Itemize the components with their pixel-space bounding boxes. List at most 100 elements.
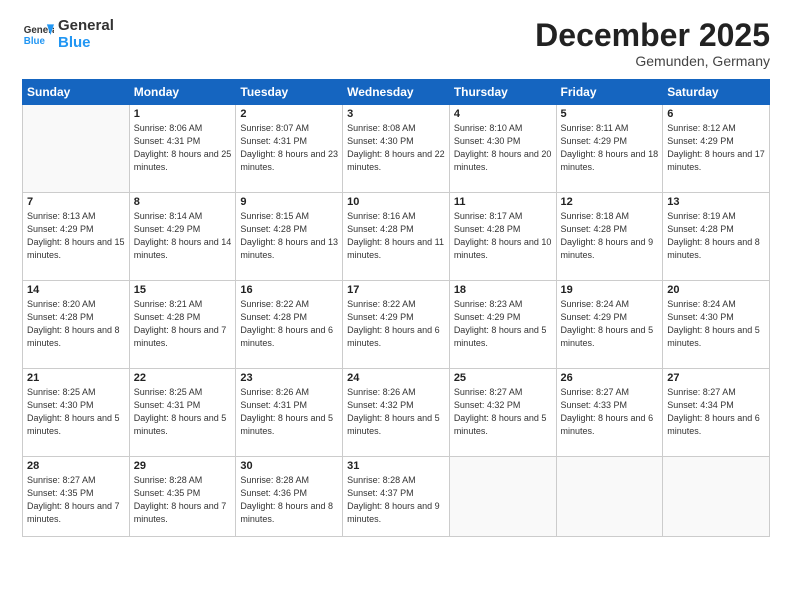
day-number: 18	[454, 284, 552, 296]
calendar-cell	[23, 105, 130, 193]
calendar-cell: 29Sunrise: 8:28 AMSunset: 4:35 PMDayligh…	[129, 457, 236, 537]
logo-text: General Blue	[58, 18, 114, 51]
calendar-week-row: 7 Sunrise: 8:13 AMSunset: 4:29 PMDaylight…	[23, 193, 770, 281]
day-info: Sunrise: 8:26 AMSunset: 4:31 PMDaylight:…	[240, 386, 338, 438]
month-title: December 2025	[535, 18, 770, 53]
day-number: 19	[561, 284, 659, 296]
logo-icon: General Blue	[22, 19, 54, 51]
day-number: 2	[240, 108, 338, 120]
day-number: 29	[134, 460, 232, 472]
day-info: Sunrise: 8:27 AMSunset: 4:34 PMDaylight:…	[667, 386, 765, 438]
calendar-cell: 16Sunrise: 8:22 AMSunset: 4:28 PMDayligh…	[236, 281, 343, 369]
calendar-day-header: Thursday	[449, 80, 556, 105]
day-info: Sunrise: 8:19 AMSunset: 4:28 PMDaylight:…	[667, 210, 765, 262]
day-number: 26	[561, 372, 659, 384]
day-number: 3	[347, 108, 445, 120]
day-info: Sunrise: 8:21 AMSunset: 4:28 PMDaylight:…	[134, 298, 232, 350]
calendar-cell: 21 Sunrise: 8:25 AMSunset: 4:30 PMDayligh…	[23, 369, 130, 457]
day-number: 23	[240, 372, 338, 384]
title-block: December 2025 Gemunden, Germany	[535, 18, 770, 69]
calendar-day-header: Tuesday	[236, 80, 343, 105]
day-number: 5	[561, 108, 659, 120]
calendar-cell: 10Sunrise: 8:16 AMSunset: 4:28 PMDayligh…	[343, 193, 450, 281]
day-number: 28	[27, 460, 125, 472]
svg-text:Blue: Blue	[24, 35, 46, 46]
calendar-cell: 11Sunrise: 8:17 AMSunset: 4:28 PMDayligh…	[449, 193, 556, 281]
day-number: 22	[134, 372, 232, 384]
calendar-cell: 26 Sunrise: 8:27 AMSunset: 4:33 PMDayligh…	[556, 369, 663, 457]
calendar-header-row: SundayMondayTuesdayWednesdayThursdayFrid…	[23, 80, 770, 105]
day-number: 1	[134, 108, 232, 120]
calendar-day-header: Wednesday	[343, 80, 450, 105]
calendar-day-header: Friday	[556, 80, 663, 105]
day-info: Sunrise: 8:10 AMSunset: 4:30 PMDaylight:…	[454, 122, 552, 174]
day-info: Sunrise: 8:17 AMSunset: 4:28 PMDaylight:…	[454, 210, 552, 262]
calendar-cell: 12 Sunrise: 8:18 AMSunset: 4:28 PMDayligh…	[556, 193, 663, 281]
logo-general: General	[58, 18, 114, 35]
calendar-cell: 19 Sunrise: 8:24 AMSunset: 4:29 PMDayligh…	[556, 281, 663, 369]
day-number: 30	[240, 460, 338, 472]
day-info: Sunrise: 8:20 AMSunset: 4:28 PMDaylight:…	[27, 298, 125, 350]
calendar-cell: 23 Sunrise: 8:26 AMSunset: 4:31 PMDayligh…	[236, 369, 343, 457]
calendar-cell: 9Sunrise: 8:15 AMSunset: 4:28 PMDaylight…	[236, 193, 343, 281]
calendar-cell: 6 Sunrise: 8:12 AMSunset: 4:29 PMDaylight…	[663, 105, 770, 193]
day-info: Sunrise: 8:13 AMSunset: 4:29 PMDaylight:…	[27, 210, 125, 262]
calendar-cell: 24Sunrise: 8:26 AMSunset: 4:32 PMDayligh…	[343, 369, 450, 457]
day-info: Sunrise: 8:08 AMSunset: 4:30 PMDaylight:…	[347, 122, 445, 174]
calendar-cell: 5 Sunrise: 8:11 AMSunset: 4:29 PMDaylight…	[556, 105, 663, 193]
day-number: 15	[134, 284, 232, 296]
calendar-cell: 30 Sunrise: 8:28 AMSunset: 4:36 PMDayligh…	[236, 457, 343, 537]
day-number: 25	[454, 372, 552, 384]
calendar-cell: 15 Sunrise: 8:21 AMSunset: 4:28 PMDayligh…	[129, 281, 236, 369]
calendar-cell: 7 Sunrise: 8:13 AMSunset: 4:29 PMDaylight…	[23, 193, 130, 281]
calendar-day-header: Monday	[129, 80, 236, 105]
day-number: 8	[134, 196, 232, 208]
day-info: Sunrise: 8:18 AMSunset: 4:28 PMDaylight:…	[561, 210, 659, 262]
day-number: 20	[667, 284, 765, 296]
day-info: Sunrise: 8:24 AMSunset: 4:30 PMDaylight:…	[667, 298, 765, 350]
day-info: Sunrise: 8:28 AMSunset: 4:36 PMDaylight:…	[240, 474, 338, 526]
calendar-cell: 13 Sunrise: 8:19 AMSunset: 4:28 PMDayligh…	[663, 193, 770, 281]
calendar-cell: 3 Sunrise: 8:08 AMSunset: 4:30 PMDaylight…	[343, 105, 450, 193]
calendar-day-header: Saturday	[663, 80, 770, 105]
day-number: 9	[240, 196, 338, 208]
day-info: Sunrise: 8:12 AMSunset: 4:29 PMDaylight:…	[667, 122, 765, 174]
calendar-cell: 28 Sunrise: 8:27 AMSunset: 4:35 PMDayligh…	[23, 457, 130, 537]
day-info: Sunrise: 8:07 AMSunset: 4:31 PMDaylight:…	[240, 122, 338, 174]
day-number: 6	[667, 108, 765, 120]
calendar-cell	[663, 457, 770, 537]
calendar-week-row: 28 Sunrise: 8:27 AMSunset: 4:35 PMDayligh…	[23, 457, 770, 537]
header: General Blue General Blue December 2025 …	[22, 18, 770, 69]
calendar-week-row: 21 Sunrise: 8:25 AMSunset: 4:30 PMDayligh…	[23, 369, 770, 457]
day-info: Sunrise: 8:22 AMSunset: 4:28 PMDaylight:…	[240, 298, 338, 350]
calendar-cell: 8 Sunrise: 8:14 AMSunset: 4:29 PMDaylight…	[129, 193, 236, 281]
calendar-cell: 22Sunrise: 8:25 AMSunset: 4:31 PMDayligh…	[129, 369, 236, 457]
page: General Blue General Blue December 2025 …	[0, 0, 792, 612]
day-info: Sunrise: 8:23 AMSunset: 4:29 PMDaylight:…	[454, 298, 552, 350]
calendar-cell	[556, 457, 663, 537]
calendar-cell: 31Sunrise: 8:28 AMSunset: 4:37 PMDayligh…	[343, 457, 450, 537]
day-info: Sunrise: 8:11 AMSunset: 4:29 PMDaylight:…	[561, 122, 659, 174]
calendar-cell: 14Sunrise: 8:20 AMSunset: 4:28 PMDayligh…	[23, 281, 130, 369]
day-info: Sunrise: 8:28 AMSunset: 4:37 PMDaylight:…	[347, 474, 445, 526]
day-number: 10	[347, 196, 445, 208]
day-info: Sunrise: 8:24 AMSunset: 4:29 PMDaylight:…	[561, 298, 659, 350]
day-info: Sunrise: 8:06 AMSunset: 4:31 PMDaylight:…	[134, 122, 232, 174]
day-info: Sunrise: 8:14 AMSunset: 4:29 PMDaylight:…	[134, 210, 232, 262]
calendar-table: SundayMondayTuesdayWednesdayThursdayFrid…	[22, 79, 770, 537]
day-number: 17	[347, 284, 445, 296]
day-info: Sunrise: 8:27 AMSunset: 4:32 PMDaylight:…	[454, 386, 552, 438]
day-number: 21	[27, 372, 125, 384]
calendar-cell: 1 Sunrise: 8:06 AMSunset: 4:31 PMDaylight…	[129, 105, 236, 193]
calendar-cell: 25 Sunrise: 8:27 AMSunset: 4:32 PMDayligh…	[449, 369, 556, 457]
calendar-day-header: Sunday	[23, 80, 130, 105]
day-info: Sunrise: 8:27 AMSunset: 4:35 PMDaylight:…	[27, 474, 125, 526]
day-info: Sunrise: 8:25 AMSunset: 4:30 PMDaylight:…	[27, 386, 125, 438]
day-info: Sunrise: 8:27 AMSunset: 4:33 PMDaylight:…	[561, 386, 659, 438]
day-number: 7	[27, 196, 125, 208]
day-info: Sunrise: 8:26 AMSunset: 4:32 PMDaylight:…	[347, 386, 445, 438]
day-number: 13	[667, 196, 765, 208]
calendar-cell: 20 Sunrise: 8:24 AMSunset: 4:30 PMDayligh…	[663, 281, 770, 369]
calendar-cell: 4Sunrise: 8:10 AMSunset: 4:30 PMDaylight…	[449, 105, 556, 193]
day-number: 12	[561, 196, 659, 208]
